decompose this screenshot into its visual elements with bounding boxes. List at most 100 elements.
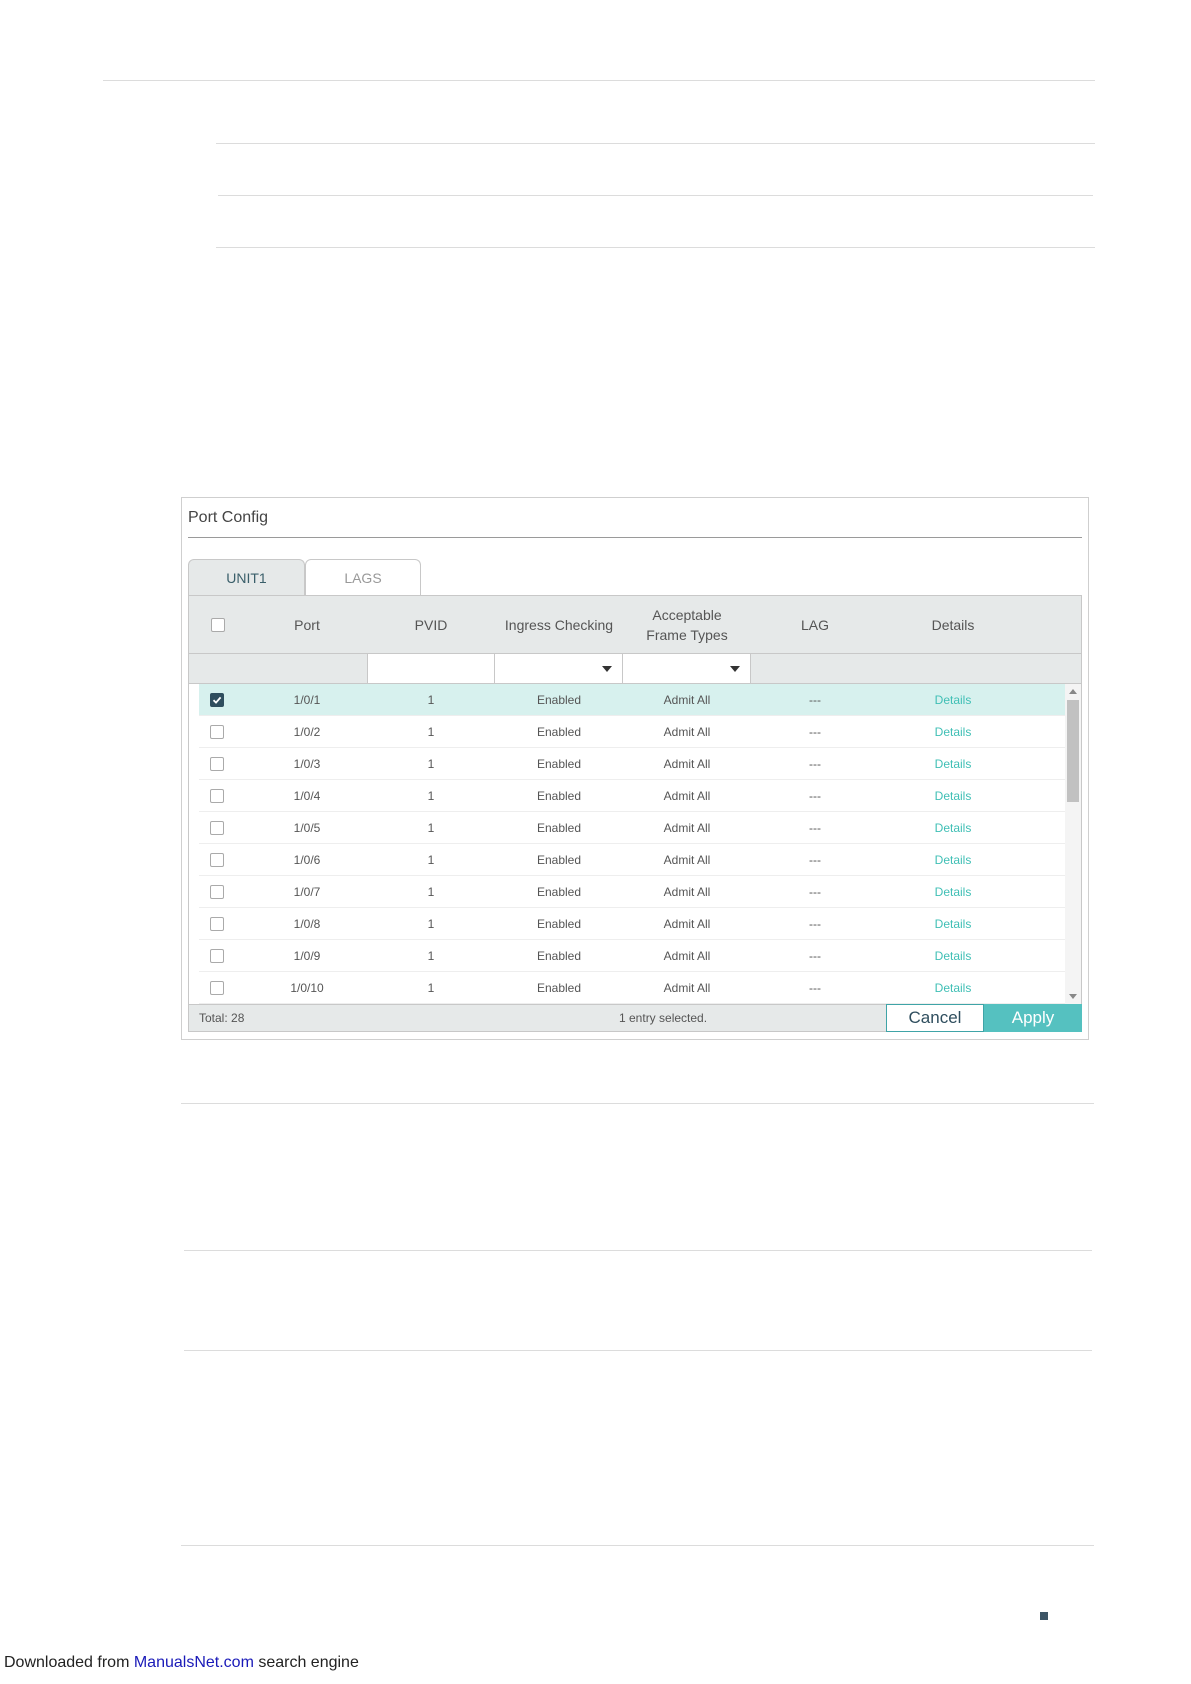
row-checkbox-cell[interactable] [199, 748, 235, 779]
details-link[interactable]: Details [879, 940, 1027, 971]
cell-frame-types: Admit All [663, 852, 711, 867]
cell-ingress-checking: Enabled [536, 692, 582, 707]
port-table: Port PVID Ingress Checking Acceptable Fr… [188, 595, 1082, 1032]
cell-port: 1/0/3 [293, 756, 321, 771]
details-link[interactable]: Details [879, 876, 1027, 907]
table-row[interactable]: 1/0/1 1 Enabled Admit All --- Details [199, 684, 1065, 716]
cell-lag: --- [809, 788, 821, 803]
scroll-up-icon[interactable] [1069, 689, 1077, 694]
table-row[interactable]: 1/0/5 1 Enabled Admit All --- Details [199, 812, 1065, 844]
row-checkbox[interactable] [210, 948, 224, 963]
cell-lag: --- [809, 852, 821, 867]
cell-pvid: 1 [427, 756, 435, 771]
table-row[interactable]: 1/0/6 1 Enabled Admit All --- Details [199, 844, 1065, 876]
column-header-ingress-checking[interactable]: Ingress Checking [495, 596, 623, 653]
cell-ingress-checking: Enabled [536, 788, 582, 803]
cell-lag: --- [809, 884, 821, 899]
details-link[interactable]: Details [879, 780, 1027, 811]
cancel-button[interactable]: Cancel [886, 1004, 984, 1032]
cell-frame-types: Admit All [663, 916, 711, 931]
row-checkbox[interactable] [210, 884, 224, 899]
row-checkbox-cell[interactable] [199, 972, 235, 1003]
column-header-acceptable-frame-types[interactable]: Acceptable Frame Types [623, 596, 751, 653]
download-note-prefix: Downloaded from [4, 1654, 134, 1671]
table-row[interactable]: 1/0/3 1 Enabled Admit All --- Details [199, 748, 1065, 780]
cell-port: 1/0/6 [293, 852, 321, 867]
divider [181, 1103, 1094, 1104]
cell-pvid: 1 [427, 884, 435, 899]
cell-ingress-checking: Enabled [536, 916, 582, 931]
details-link[interactable]: Details [879, 908, 1027, 939]
cell-frame-types: Admit All [663, 788, 711, 803]
row-checkbox[interactable] [210, 852, 224, 867]
row-checkbox[interactable] [210, 692, 224, 707]
details-link[interactable]: Details [879, 716, 1027, 747]
cell-ingress-checking: Enabled [536, 948, 582, 963]
select-all-checkbox[interactable] [211, 617, 225, 632]
row-checkbox-cell[interactable] [199, 716, 235, 747]
tab-lags[interactable]: LAGS [305, 559, 421, 595]
column-header-details: Details [931, 616, 975, 633]
cell-lag: --- [809, 692, 821, 707]
cell-frame-types: Admit All [663, 980, 711, 995]
details-link[interactable]: Details [879, 684, 1027, 715]
details-link[interactable]: Details [879, 972, 1027, 1003]
table-row[interactable]: 1/0/7 1 Enabled Admit All --- Details [199, 876, 1065, 908]
divider [184, 1250, 1092, 1251]
column-header-lag[interactable]: LAG [751, 596, 879, 653]
table-row[interactable]: 1/0/4 1 Enabled Admit All --- Details [199, 780, 1065, 812]
cell-ingress-checking: Enabled [536, 980, 582, 995]
scroll-down-icon[interactable] [1069, 994, 1077, 999]
frame-types-filter-select[interactable] [622, 654, 751, 683]
row-checkbox-cell[interactable] [199, 780, 235, 811]
chevron-down-icon [602, 666, 612, 672]
cell-ingress-checking: Enabled [536, 724, 582, 739]
cell-lag: --- [809, 724, 821, 739]
row-checkbox[interactable] [210, 724, 224, 739]
table-row[interactable]: 1/0/10 1 Enabled Admit All --- Details [199, 972, 1065, 1004]
row-checkbox-cell[interactable] [199, 940, 235, 971]
ingress-checking-filter-select[interactable] [494, 654, 623, 683]
row-checkbox-cell[interactable] [199, 684, 235, 715]
column-header-pvid[interactable]: PVID [367, 596, 495, 653]
table-header: Port PVID Ingress Checking Acceptable Fr… [189, 596, 1081, 654]
divider [103, 80, 1095, 81]
row-checkbox[interactable] [210, 756, 224, 771]
row-checkbox[interactable] [210, 980, 224, 995]
table-row[interactable]: 1/0/8 1 Enabled Admit All --- Details [199, 908, 1065, 940]
selection-status: 1 entry selected. [619, 1011, 708, 1025]
cell-port: 1/0/5 [293, 820, 321, 835]
table-row[interactable]: 1/0/9 1 Enabled Admit All --- Details [199, 940, 1065, 972]
details-link[interactable]: Details [879, 844, 1027, 875]
row-checkbox-cell[interactable] [199, 876, 235, 907]
table-scrollbar[interactable] [1065, 684, 1081, 1004]
column-header-port[interactable]: Port [247, 596, 367, 653]
row-checkbox-cell[interactable] [199, 844, 235, 875]
apply-button[interactable]: Apply [984, 1004, 1082, 1032]
details-link[interactable]: Details [879, 748, 1027, 779]
cell-pvid: 1 [427, 852, 435, 867]
row-checkbox[interactable] [210, 820, 224, 835]
total-count: Total: 28 [199, 1011, 245, 1025]
tab-unit1[interactable]: UNIT1 [188, 559, 305, 595]
row-checkbox-cell[interactable] [199, 908, 235, 939]
filter-row [189, 654, 1081, 684]
cell-pvid: 1 [427, 948, 435, 963]
cell-lag: --- [809, 820, 821, 835]
manualsnet-link[interactable]: ManualsNet.com [134, 1654, 254, 1671]
select-all-cell[interactable] [189, 596, 247, 653]
cell-pvid: 1 [427, 692, 435, 707]
row-checkbox[interactable] [210, 916, 224, 931]
cell-frame-types: Admit All [663, 884, 711, 899]
cell-port: 1/0/10 [290, 980, 324, 995]
row-checkbox-cell[interactable] [199, 812, 235, 843]
details-link[interactable]: Details [879, 812, 1027, 843]
pvid-filter-input[interactable] [367, 654, 495, 683]
table-row[interactable]: 1/0/2 1 Enabled Admit All --- Details [199, 716, 1065, 748]
scrollbar-thumb[interactable] [1067, 700, 1079, 802]
divider [188, 537, 1082, 538]
cell-port: 1/0/7 [293, 884, 321, 899]
table-body: 1/0/1 1 Enabled Admit All --- Details 1/0/2 1 En… [189, 684, 1065, 1004]
row-checkbox[interactable] [210, 788, 224, 803]
panel-title: Port Config [188, 509, 269, 526]
